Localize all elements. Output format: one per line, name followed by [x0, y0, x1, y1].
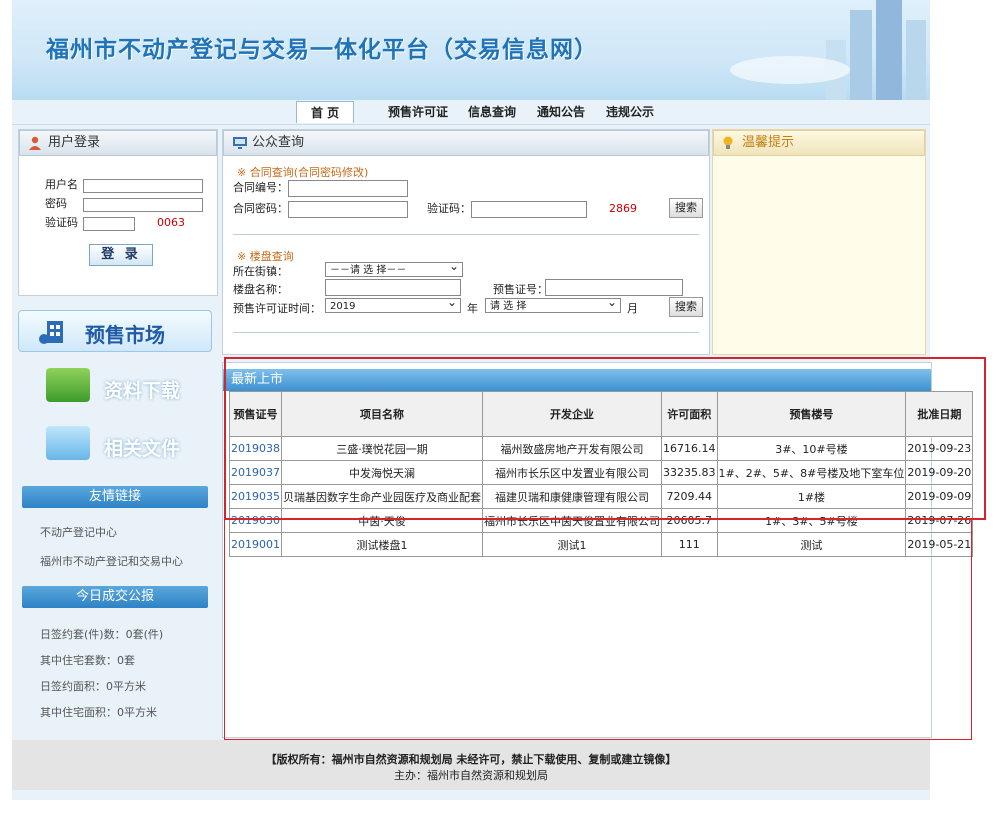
login-panel: 用户登录 用户名 密码 验证码 0063 登 录: [18, 129, 218, 296]
query-captcha-label: 验证码：: [427, 202, 471, 215]
password-label: 密码: [45, 197, 67, 210]
site-title: 福州市不动产登记与交易一体化平台（交易信息网）: [46, 37, 598, 63]
month-label: 月: [627, 302, 638, 315]
header-banner: 福州市不动产登记与交易一体化平台（交易信息网）: [12, 0, 930, 100]
highlight-box-extension: [224, 518, 972, 740]
lightbulb-icon: [723, 136, 733, 149]
daily-report-header: 今日成交公报: [22, 586, 208, 608]
city-skyline-image: [730, 0, 926, 100]
main-nav: 首 页 预售许可证 信息查询 通知公告 违规公示: [12, 100, 930, 125]
contract-no-input[interactable]: [288, 179, 408, 197]
building-icon: [39, 321, 63, 344]
query-captcha-code: 2869: [609, 202, 637, 215]
street-label: 所在街镇：: [233, 265, 288, 278]
related-docs-label: 相关文件: [104, 438, 181, 460]
link-fuzhou-trade-center[interactable]: 福州市不动产登记和交易中心: [40, 553, 183, 569]
related-docs-button[interactable]: 相关文件: [42, 424, 212, 464]
street-select[interactable]: －－请 选 择－－: [325, 259, 463, 277]
nav-notices[interactable]: 通知公告: [537, 103, 585, 120]
month-select[interactable]: 请 选 择: [485, 295, 621, 313]
friend-links-header: 友情链接: [22, 486, 208, 508]
username-input[interactable]: [83, 178, 203, 193]
document-folder-icon: [46, 426, 90, 460]
captcha-label: 验证码: [45, 216, 78, 229]
building-query-section: ※ 楼盘查询: [237, 250, 294, 263]
divider: [233, 234, 699, 235]
captcha-code: 0063: [157, 216, 185, 229]
downloads-button[interactable]: 资料下载: [42, 366, 212, 406]
presale-no-label: 预售证号：: [493, 283, 548, 296]
divider: [233, 332, 699, 333]
tips-title: 温馨提示: [742, 135, 795, 150]
query-title: 公众查询: [252, 135, 305, 150]
download-folder-icon: [46, 368, 90, 402]
contract-search-button[interactable]: 搜索: [669, 198, 703, 218]
login-button[interactable]: 登 录: [89, 244, 153, 266]
year-label: 年: [467, 302, 478, 315]
user-icon: [29, 136, 41, 150]
tips-panel: 温馨提示: [712, 129, 926, 355]
presale-market-button[interactable]: 预售市场: [18, 310, 212, 352]
footer-copyright: 【版权所有：福州市自然资源和规划局 未经许可，禁止下载使用、复制或建立镜像】: [265, 753, 677, 766]
highlight-box: [224, 357, 986, 520]
nav-presale-permit[interactable]: 预售许可证: [388, 103, 448, 120]
nav-info-query[interactable]: 信息查询: [468, 103, 516, 120]
password-input[interactable]: [83, 197, 203, 212]
query-captcha-input[interactable]: [471, 200, 587, 218]
query-header: 公众查询: [223, 130, 709, 156]
daily-area: 日签约面积：0平方米: [40, 680, 146, 693]
building-search-button[interactable]: 搜索: [669, 297, 703, 317]
footer-host: 主办：福州市自然资源和规划局: [394, 769, 548, 782]
daily-contracts: 日签约套(件)数：0套(件): [40, 628, 164, 641]
login-header: 用户登录: [19, 130, 217, 156]
building-name-label: 楼盘名称：: [233, 283, 288, 296]
monitor-icon: [233, 137, 247, 149]
link-real-estate-center[interactable]: 不动产登记中心: [40, 524, 117, 540]
tips-header: 温馨提示: [713, 130, 925, 156]
contract-pwd-label: 合同密码：: [233, 202, 288, 215]
building-name-input[interactable]: [325, 279, 461, 296]
contract-pwd-input[interactable]: [288, 200, 408, 218]
username-label: 用户名: [45, 178, 78, 191]
public-query-panel: 公众查询 ※ 合同查询(合同密码修改) 合同编号： 合同密码： 验证码： 286…: [222, 129, 710, 355]
year-select[interactable]: 2019: [325, 295, 461, 313]
daily-residential-count: 其中住宅套数：0套: [40, 654, 135, 667]
nav-home[interactable]: 首 页: [296, 101, 355, 123]
login-title: 用户登录: [48, 135, 101, 150]
contract-no-label: 合同编号：: [233, 181, 288, 194]
downloads-label: 资料下载: [104, 380, 181, 402]
footer: 【版权所有：福州市自然资源和规划局 未经许可，禁止下载使用、复制或建立镜像】 主…: [12, 740, 930, 790]
presale-market-label: 预售市场: [85, 323, 165, 347]
presale-no-input[interactable]: [545, 279, 683, 296]
daily-residential-area: 其中住宅面积：0平方米: [40, 706, 157, 719]
captcha-input[interactable]: [83, 216, 135, 231]
contract-query-section: ※ 合同查询(合同密码修改): [237, 166, 369, 179]
nav-violations[interactable]: 违规公示: [606, 103, 654, 120]
permit-time-label: 预售许可证时间：: [233, 302, 321, 315]
